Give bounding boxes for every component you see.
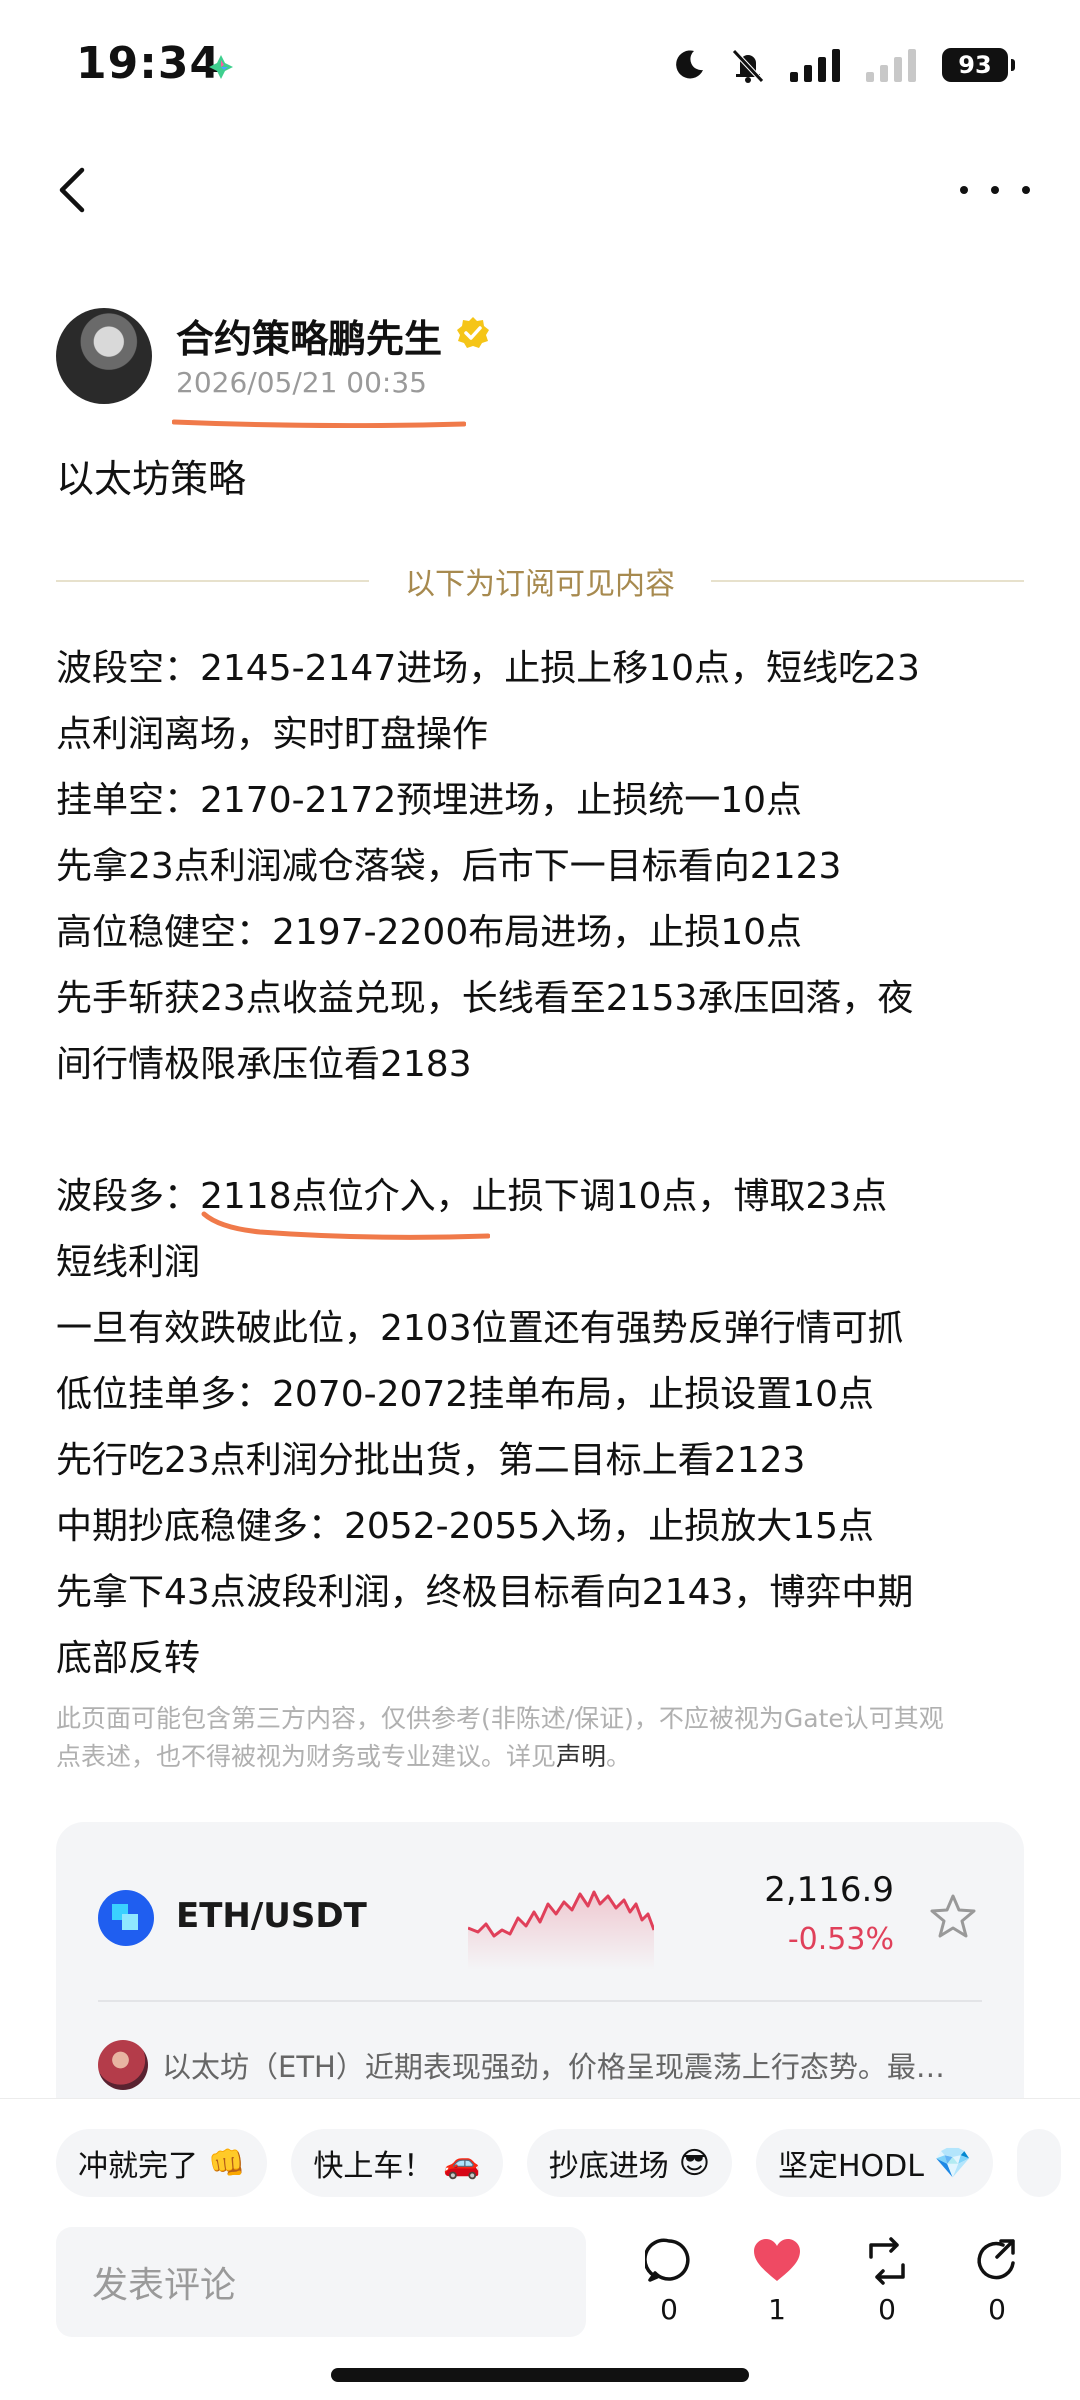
- repost-icon: [869, 2237, 905, 2285]
- date-underline-mark: [172, 419, 466, 428]
- sunglasses-emoji-icon: 😎: [678, 2145, 710, 2181]
- author-header: 合约策略鹏先生 2026/05/21 00:35: [56, 306, 1024, 428]
- diamond-emoji-icon: 💎: [934, 2145, 972, 2181]
- chip-label: 冲就完了: [78, 2149, 198, 2184]
- eth-coin-icon: [98, 1890, 154, 1946]
- content-line: 挂单空：2170-2172预埋进场，止损统一10点: [56, 780, 803, 821]
- price-change: -0.53%: [787, 1922, 894, 1957]
- comment-input[interactable]: 发表评论: [56, 2227, 586, 2337]
- content-line: 间行情极限承压位看2183: [56, 1044, 472, 1085]
- author-avatar[interactable]: [56, 308, 152, 404]
- trading-pair: ETH/USDT: [176, 1896, 367, 1936]
- ai-summary-text[interactable]: 以太坊（ETH）近期表现强劲，价格呈现震荡上行态势。最…: [162, 2044, 982, 2086]
- disclaimer-line-2: 点表述，也不得被视为财务或专业建议。详见声明。: [56, 1738, 1026, 1776]
- reaction-chip[interactable]: 坚定HODL 💎: [756, 2129, 994, 2197]
- like-count: 1: [768, 2293, 786, 2326]
- bottom-bar: 冲就完了 👊 快上车！ 🚗 抄底进场 😎 坚定HODL 💎 发表评论 0 1 0 0: [0, 2098, 1080, 2400]
- battery-indicator: 93: [942, 48, 1015, 82]
- comment-count: 0: [660, 2293, 678, 2326]
- content-line: 低位挂单多：2070-2072挂单布局，止损设置10点: [56, 1374, 875, 1415]
- car-emoji-icon: 🚗: [443, 2145, 481, 2181]
- post-date: 2026/05/21 00:35: [176, 366, 427, 399]
- content-underline-mark: [201, 1211, 490, 1240]
- heart-icon: [754, 2239, 800, 2281]
- subscriber-divider: 以下为订阅可见内容: [56, 556, 1024, 606]
- signal-2-icon: [866, 49, 916, 82]
- content-line: 高位稳健空：2197-2200布局进场，止损10点: [56, 912, 803, 953]
- content-line: 中期抄底稳健多：2052-2055入场，止损放大15点: [56, 1506, 875, 1547]
- app-notification-icon: [209, 55, 233, 79]
- chip-label: 坚定HODL: [778, 2149, 924, 2184]
- reaction-chip[interactable]: 冲就完了 👊: [56, 2129, 268, 2197]
- more-options-icon[interactable]: [960, 160, 1030, 220]
- moon-icon: [676, 50, 703, 79]
- reaction-chip[interactable]: 快上车！ 🚗: [291, 2129, 503, 2197]
- divider-line-left: [56, 580, 369, 582]
- share-action[interactable]: 0: [962, 2237, 1032, 2347]
- nav-bar: [0, 150, 1080, 230]
- content-line: 先手斩获23点收益兑现，长线看至2153承压回落，夜: [56, 978, 914, 1019]
- favorite-star-icon[interactable]: [928, 1892, 978, 1942]
- status-bar: 19:34 93: [0, 0, 1080, 130]
- disclaimer: 此页面可能包含第三方内容，仅供参考(非陈述/保证)，不应被视为Gate认可其观 …: [56, 1700, 1026, 1776]
- back-arrow-icon[interactable]: [50, 160, 100, 220]
- status-icons: 93: [672, 42, 1015, 88]
- chip-label: 抄底进场: [548, 2149, 669, 2184]
- repost-action[interactable]: 0: [852, 2237, 922, 2347]
- mute-icon: [732, 49, 764, 83]
- content-line: 先拿下43点波段利润，终极目标看向2143，博弈中期: [56, 1572, 914, 1613]
- current-price: 2,116.9: [764, 1870, 894, 1910]
- share-icon: [977, 2239, 1015, 2280]
- disclaimer-text: 点表述，也不得被视为财务或专业建议。详见: [56, 1742, 557, 1771]
- content-line: 底部反转: [56, 1638, 201, 1679]
- share-count: 0: [988, 2293, 1006, 2326]
- content-line: 先行吃23点利润分批出货，第二目标上看2123: [56, 1440, 806, 1481]
- ai-summary-avatar: [98, 2040, 148, 2090]
- fist-emoji-icon: 👊: [208, 2145, 246, 2181]
- disclaimer-link[interactable]: 声明: [556, 1742, 606, 1771]
- divider-line-right: [711, 580, 1024, 582]
- author-name[interactable]: 合约策略鹏先生: [176, 308, 442, 363]
- content-line: 点利润离场，实时盯盘操作: [56, 714, 489, 755]
- price-sparkline: [468, 1890, 654, 1970]
- signal-icon: [790, 49, 840, 82]
- post-title: 以太坊策略: [56, 457, 247, 501]
- content-line: 波段空：2145-2147进场，止损上移10点，短线吃23: [56, 648, 920, 689]
- disclaimer-line: 此页面可能包含第三方内容，仅供参考(非陈述/保证)，不应被视为Gate认可其观: [56, 1704, 944, 1733]
- status-time: 19:34: [76, 38, 222, 89]
- quick-reaction-chips: 冲就完了 👊 快上车！ 🚗 抄底进场 😎 坚定HODL 💎: [56, 2129, 1080, 2197]
- reaction-chip[interactable]: 抄底进场 😎: [526, 2129, 732, 2197]
- disclaimer-end: 。: [606, 1742, 632, 1771]
- comment-action[interactable]: 0: [634, 2237, 704, 2347]
- verified-badge-icon: [457, 317, 489, 348]
- repost-count: 0: [878, 2293, 896, 2326]
- home-indicator[interactable]: [331, 2368, 749, 2382]
- subscriber-divider-text: 以下为订阅可见内容: [405, 567, 675, 602]
- market-card[interactable]: ETH/USDT 2,116.9 -0.53% 以太坊（ETH）近期表现强劲，价…: [56, 1822, 1024, 2102]
- content-line: 一旦有效跌破此位，2103位置还有强势反弹行情可抓: [56, 1308, 904, 1349]
- comment-bubble-icon: [645, 2238, 690, 2282]
- content-line: 先拿23点利润减仓落袋，后市下一目标看向2123: [56, 846, 842, 887]
- card-divider: [98, 2000, 982, 2002]
- content-blank-line: [56, 1098, 1046, 1164]
- chip-label: 快上车！: [313, 2149, 434, 2184]
- reaction-chip[interactable]: [1017, 2129, 1062, 2197]
- post-content: 波段空：2145-2147进场，止损上移10点，短线吃23 点利润离场，实时盯盘…: [56, 636, 1046, 1692]
- like-action[interactable]: 1: [742, 2237, 812, 2347]
